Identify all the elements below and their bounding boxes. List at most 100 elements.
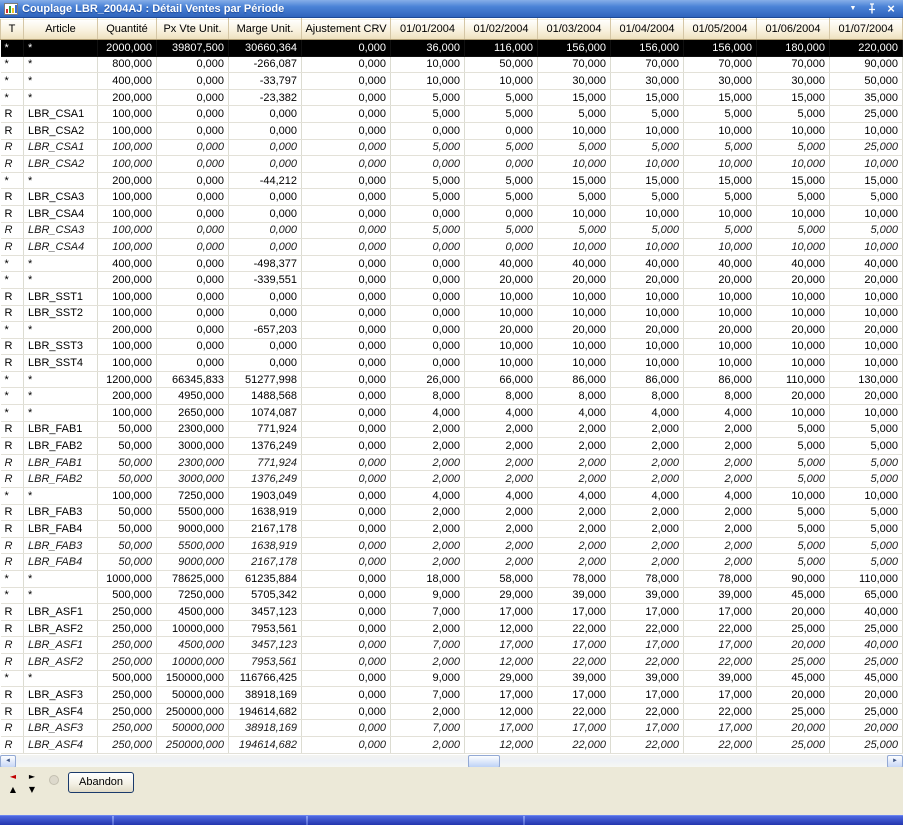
cell[interactable]: 4,000 bbox=[391, 405, 465, 422]
cell[interactable]: 17,000 bbox=[611, 604, 684, 621]
cell[interactable]: 1638,919 bbox=[229, 537, 302, 554]
cell[interactable]: 2,000 bbox=[538, 504, 611, 521]
cell[interactable]: * bbox=[24, 255, 98, 272]
cell[interactable]: 17,000 bbox=[611, 720, 684, 737]
cell[interactable]: 78,000 bbox=[684, 571, 757, 588]
cell[interactable]: 2,000 bbox=[465, 471, 538, 488]
cell[interactable]: 10,000 bbox=[611, 122, 684, 139]
cell[interactable]: LBR_ASF2 bbox=[24, 620, 98, 637]
cell[interactable]: 0,000 bbox=[302, 405, 391, 422]
window-menu-button[interactable]: ▼ bbox=[845, 2, 861, 16]
cell[interactable]: 4,000 bbox=[684, 488, 757, 505]
cell[interactable]: 5,000 bbox=[465, 189, 538, 206]
cell[interactable]: 0,000 bbox=[302, 720, 391, 737]
cell[interactable]: R bbox=[1, 703, 24, 720]
cell[interactable]: 15,000 bbox=[684, 89, 757, 106]
cell[interactable]: 0,000 bbox=[302, 421, 391, 438]
cell[interactable]: 0,000 bbox=[229, 156, 302, 173]
cell[interactable]: 771,924 bbox=[229, 454, 302, 471]
cell[interactable]: 10,000 bbox=[611, 156, 684, 173]
table-row[interactable]: RLBR_ASF4250,000250000,000194614,6820,00… bbox=[1, 703, 903, 720]
cell[interactable]: LBR_ASF1 bbox=[24, 637, 98, 654]
cell[interactable]: 250,000 bbox=[98, 736, 157, 753]
cell[interactable]: -657,203 bbox=[229, 322, 302, 339]
cell[interactable]: 5705,342 bbox=[229, 587, 302, 604]
cell[interactable]: 0,000 bbox=[465, 239, 538, 256]
cell[interactable]: 0,000 bbox=[302, 106, 391, 123]
cell[interactable]: LBR_FAB1 bbox=[24, 454, 98, 471]
cell[interactable]: 2,000 bbox=[684, 438, 757, 455]
cell[interactable]: 10,000 bbox=[757, 156, 830, 173]
cell[interactable]: 25,000 bbox=[757, 653, 830, 670]
cell[interactable]: 5,000 bbox=[757, 454, 830, 471]
cell[interactable]: 10,000 bbox=[830, 288, 903, 305]
cell[interactable]: 2300,000 bbox=[157, 421, 229, 438]
cell[interactable]: 50,000 bbox=[98, 471, 157, 488]
cell[interactable]: 7,000 bbox=[391, 720, 465, 737]
cell[interactable]: 10,000 bbox=[830, 122, 903, 139]
table-row[interactable]: RLBR_CSA2100,0000,0000,0000,0000,0000,00… bbox=[1, 122, 903, 139]
cell[interactable]: 200,000 bbox=[98, 272, 157, 289]
cell[interactable]: 0,000 bbox=[157, 89, 229, 106]
cell[interactable]: 0,000 bbox=[302, 521, 391, 538]
cell[interactable]: R bbox=[1, 421, 24, 438]
cell[interactable]: R bbox=[1, 537, 24, 554]
cell[interactable]: 0,000 bbox=[302, 40, 391, 57]
cell[interactable]: 2,000 bbox=[611, 438, 684, 455]
column-header[interactable]: Article bbox=[24, 19, 98, 40]
cell[interactable]: 20,000 bbox=[538, 272, 611, 289]
cell[interactable]: 0,000 bbox=[229, 239, 302, 256]
cell[interactable]: 40,000 bbox=[757, 255, 830, 272]
cell[interactable]: 8,000 bbox=[538, 388, 611, 405]
table-row[interactable]: **1200,00066345,83351277,9980,00026,0006… bbox=[1, 371, 903, 388]
cell[interactable]: 30,000 bbox=[538, 73, 611, 90]
cell[interactable]: 250,000 bbox=[98, 720, 157, 737]
cell[interactable]: 10,000 bbox=[830, 239, 903, 256]
cell[interactable]: 5,000 bbox=[830, 222, 903, 239]
cell[interactable]: * bbox=[1, 40, 24, 57]
cell[interactable]: 100,000 bbox=[98, 156, 157, 173]
cell[interactable]: 0,000 bbox=[229, 106, 302, 123]
cell[interactable]: 70,000 bbox=[538, 56, 611, 73]
cell[interactable]: 29,000 bbox=[465, 670, 538, 687]
cell[interactable]: 30660,364 bbox=[229, 40, 302, 57]
cell[interactable]: 40,000 bbox=[465, 255, 538, 272]
cell[interactable]: -23,382 bbox=[229, 89, 302, 106]
cell[interactable]: * bbox=[24, 405, 98, 422]
cell[interactable]: * bbox=[24, 322, 98, 339]
cell[interactable]: LBR_CSA1 bbox=[24, 106, 98, 123]
cell[interactable]: 1000,000 bbox=[98, 571, 157, 588]
cell[interactable]: 39,000 bbox=[538, 587, 611, 604]
cell[interactable]: R bbox=[1, 521, 24, 538]
cell[interactable]: 50,000 bbox=[98, 554, 157, 571]
cell[interactable]: 5,000 bbox=[611, 106, 684, 123]
cell[interactable]: LBR_ASF4 bbox=[24, 736, 98, 753]
table-row[interactable]: RLBR_CSA3100,0000,0000,0000,0005,0005,00… bbox=[1, 222, 903, 239]
cell[interactable]: R bbox=[1, 355, 24, 372]
cell[interactable]: 194614,682 bbox=[229, 703, 302, 720]
cell[interactable]: 100,000 bbox=[98, 189, 157, 206]
cell[interactable]: 5,000 bbox=[757, 421, 830, 438]
cell[interactable]: 0,000 bbox=[157, 106, 229, 123]
cell[interactable]: 0,000 bbox=[157, 205, 229, 222]
cell[interactable]: 100,000 bbox=[98, 139, 157, 156]
cell[interactable]: LBR_CSA2 bbox=[24, 156, 98, 173]
cell[interactable]: * bbox=[24, 56, 98, 73]
column-header[interactable]: T bbox=[1, 19, 24, 40]
cell[interactable]: 86,000 bbox=[611, 371, 684, 388]
cell[interactable]: 10,000 bbox=[684, 122, 757, 139]
cell[interactable]: LBR_ASF3 bbox=[24, 720, 98, 737]
cell[interactable]: R bbox=[1, 156, 24, 173]
cell[interactable]: 10,000 bbox=[757, 122, 830, 139]
cell[interactable]: 10,000 bbox=[611, 239, 684, 256]
cell[interactable]: 39,000 bbox=[684, 587, 757, 604]
cell[interactable]: 0,000 bbox=[229, 222, 302, 239]
table-row[interactable]: **500,0007250,0005705,3420,0009,00029,00… bbox=[1, 587, 903, 604]
cell[interactable]: 36,000 bbox=[391, 40, 465, 57]
cell[interactable]: R bbox=[1, 454, 24, 471]
table-row[interactable]: RLBR_CSA2100,0000,0000,0000,0000,0000,00… bbox=[1, 156, 903, 173]
cell[interactable]: LBR_FAB4 bbox=[24, 554, 98, 571]
cell[interactable]: 116,000 bbox=[465, 40, 538, 57]
cell[interactable]: 10,000 bbox=[684, 239, 757, 256]
cell[interactable]: LBR_FAB4 bbox=[24, 521, 98, 538]
